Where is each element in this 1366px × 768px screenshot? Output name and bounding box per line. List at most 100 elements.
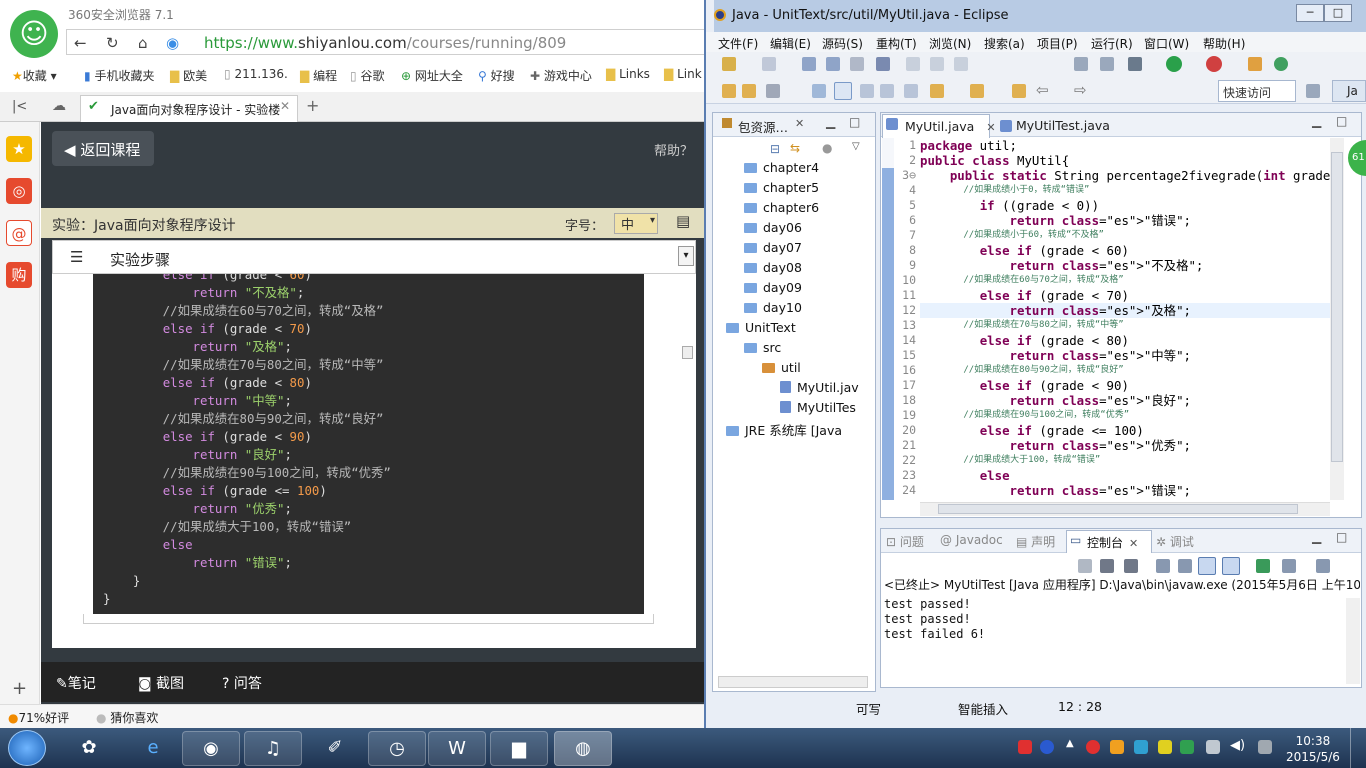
bookmark-games[interactable]: ✚ 游戏中心 bbox=[530, 67, 592, 84]
bookmark-ip[interactable]: ▯ 211.136. bbox=[224, 67, 288, 81]
bookmark-google[interactable]: ▯ 谷歌 bbox=[350, 67, 384, 84]
start-button[interactable] bbox=[8, 730, 46, 766]
browser-360-icon[interactable]: ◉ bbox=[182, 731, 240, 766]
url-text[interactable]: https://www.shiyanlou.com/courses/runnin… bbox=[204, 34, 566, 52]
tree-item[interactable]: day09 bbox=[744, 280, 802, 295]
content-scrollbar[interactable] bbox=[672, 274, 696, 648]
minimize-view-icon[interactable]: ▁ bbox=[826, 115, 835, 129]
show-stderr-icon[interactable] bbox=[1222, 557, 1240, 575]
view-menu-arrow-icon[interactable]: ▽ bbox=[852, 141, 860, 152]
show-desktop-button[interactable] bbox=[1350, 728, 1366, 768]
link-icon[interactable] bbox=[1074, 57, 1088, 71]
menu-refactor[interactable]: 重构(T) bbox=[876, 35, 917, 52]
tab-javadoc[interactable]: @ Javadoc bbox=[940, 533, 1003, 547]
show-stdout-icon[interactable] bbox=[1198, 557, 1216, 575]
maximize-button[interactable]: □ bbox=[1324, 4, 1352, 22]
tree-item[interactable]: src bbox=[744, 340, 781, 355]
new-class-icon[interactable] bbox=[1274, 57, 1288, 71]
bookmark-favorites[interactable]: ★收藏 ▾ bbox=[12, 67, 57, 84]
editor-vscroll-thumb[interactable] bbox=[1331, 152, 1343, 462]
prev-annotation-icon[interactable] bbox=[970, 84, 984, 98]
forward-nav-icon[interactable]: ⇨ bbox=[1074, 81, 1087, 99]
bookmark-sites[interactable]: ⊕ 网址大全 bbox=[401, 67, 463, 84]
menu-file[interactable]: 文件(F) bbox=[718, 35, 758, 52]
feather-icon[interactable]: ✐ bbox=[306, 731, 364, 766]
package-explorer-tab[interactable]: 包资源… bbox=[738, 117, 788, 136]
rating-status[interactable]: ●71%好评 bbox=[8, 709, 69, 726]
favorites-star-icon[interactable]: ★ bbox=[6, 136, 32, 162]
home-icon[interactable]: ⌂ bbox=[138, 34, 148, 52]
next-annotation-icon[interactable] bbox=[930, 84, 944, 98]
clear-console-icon[interactable] bbox=[1156, 559, 1170, 573]
menu-window[interactable]: 窗口(W) bbox=[1144, 35, 1189, 52]
app-360-icon[interactable]: ✿ bbox=[60, 731, 118, 766]
tab-java-lab[interactable]: Java面向对象程序设计 - 实验楼 bbox=[80, 95, 298, 122]
minimize-button[interactable]: ─ bbox=[1296, 4, 1324, 22]
tree-item[interactable]: UnitText bbox=[726, 320, 796, 335]
help-link[interactable]: 帮助？ bbox=[654, 140, 693, 159]
open-type-icon[interactable] bbox=[722, 84, 736, 98]
menu-edit[interactable]: 编辑(E) bbox=[770, 35, 811, 52]
terminate-icon[interactable] bbox=[954, 57, 968, 71]
editor-maximize-icon[interactable]: □ bbox=[1336, 114, 1347, 128]
new-tab-icon[interactable]: + bbox=[306, 96, 319, 115]
menu-source[interactable]: 源码(S) bbox=[822, 35, 863, 52]
screenshot-button[interactable]: ◙ 截图 bbox=[138, 673, 184, 693]
tree-item[interactable]: chapter5 bbox=[744, 180, 819, 195]
tab-close-icon[interactable]: ✕ bbox=[280, 99, 290, 113]
open-task-icon[interactable] bbox=[742, 84, 756, 98]
run-icon[interactable] bbox=[1166, 56, 1182, 72]
pin-console-icon[interactable] bbox=[1256, 559, 1270, 573]
suspend-icon[interactable] bbox=[930, 57, 944, 71]
scroll-thumb[interactable] bbox=[682, 346, 693, 359]
print-icon[interactable] bbox=[850, 57, 864, 71]
link-editor-icon[interactable]: ⇆ bbox=[790, 141, 800, 155]
save-all-icon[interactable] bbox=[826, 57, 840, 71]
network-icon[interactable] bbox=[1258, 740, 1272, 754]
tree-item[interactable]: day06 bbox=[744, 220, 802, 235]
clock-app-icon[interactable]: ◷ bbox=[368, 731, 426, 766]
scroll-lock-icon[interactable] bbox=[1178, 559, 1192, 573]
save-icon[interactable] bbox=[802, 57, 816, 71]
new-icon[interactable] bbox=[722, 57, 736, 71]
taskbar-clock[interactable]: 10:38 2015/5/6 bbox=[1286, 733, 1340, 765]
guess-status[interactable]: ● 猜你喜欢 bbox=[96, 709, 158, 726]
close-tab-icon[interactable]: ✕ bbox=[986, 121, 995, 134]
netease-music-icon[interactable]: ♫ bbox=[244, 731, 302, 766]
terminate-console-icon[interactable] bbox=[1078, 559, 1092, 573]
new-java-project-icon[interactable] bbox=[1248, 57, 1262, 71]
tree-item[interactable]: chapter4 bbox=[744, 160, 819, 175]
menu-run[interactable]: 运行(R) bbox=[1091, 35, 1133, 52]
weibo-icon[interactable]: ◎ bbox=[6, 178, 32, 204]
tab-problems[interactable]: ⊡ 问题 bbox=[886, 533, 924, 550]
explorer-hscroll[interactable] bbox=[718, 676, 868, 688]
bookmark-programming[interactable]: ▇ 编程 bbox=[300, 67, 337, 84]
word-icon[interactable]: W bbox=[428, 731, 486, 766]
cloud-icon[interactable]: ☁ bbox=[52, 98, 66, 114]
open-perspective-icon[interactable] bbox=[1306, 84, 1320, 98]
tab-declaration[interactable]: ▤ 声明 bbox=[1016, 533, 1055, 550]
file-explorer-icon[interactable]: ▆ bbox=[490, 731, 548, 766]
close-console-icon[interactable]: ✕ bbox=[1129, 537, 1138, 550]
tree-item[interactable]: chapter6 bbox=[744, 200, 819, 215]
tab-myutiltest-java[interactable]: MyUtilTest.java bbox=[1000, 118, 1110, 133]
tray-netease-icon[interactable] bbox=[1086, 740, 1100, 754]
qa-button[interactable]: ? 问答 bbox=[222, 673, 262, 693]
mail-icon[interactable]: @ bbox=[6, 220, 32, 246]
console-maximize-icon[interactable]: □ bbox=[1336, 530, 1347, 544]
display-console-icon[interactable] bbox=[1282, 559, 1296, 573]
tab-myutil-java[interactable]: MyUtil.java ✕ bbox=[882, 114, 996, 138]
add-sidebar-icon[interactable]: + bbox=[12, 678, 27, 699]
open-console-icon[interactable] bbox=[1316, 559, 1330, 573]
tree-item[interactable]: day08 bbox=[744, 260, 802, 275]
skip-breakpoints-icon[interactable] bbox=[876, 57, 890, 71]
java-perspective-button[interactable]: Ja bbox=[1332, 80, 1366, 102]
tree-item[interactable]: day10 bbox=[744, 300, 802, 315]
tray-usb-icon[interactable] bbox=[1206, 740, 1220, 754]
toggle-mark-icon[interactable] bbox=[812, 84, 826, 98]
block-select-icon[interactable] bbox=[860, 84, 874, 98]
menu-navigate[interactable]: 浏览(N) bbox=[929, 35, 971, 52]
open-icon[interactable] bbox=[762, 57, 776, 71]
tray-app-icon[interactable] bbox=[1110, 740, 1124, 754]
volume-icon[interactable]: ◀) bbox=[1230, 738, 1245, 753]
